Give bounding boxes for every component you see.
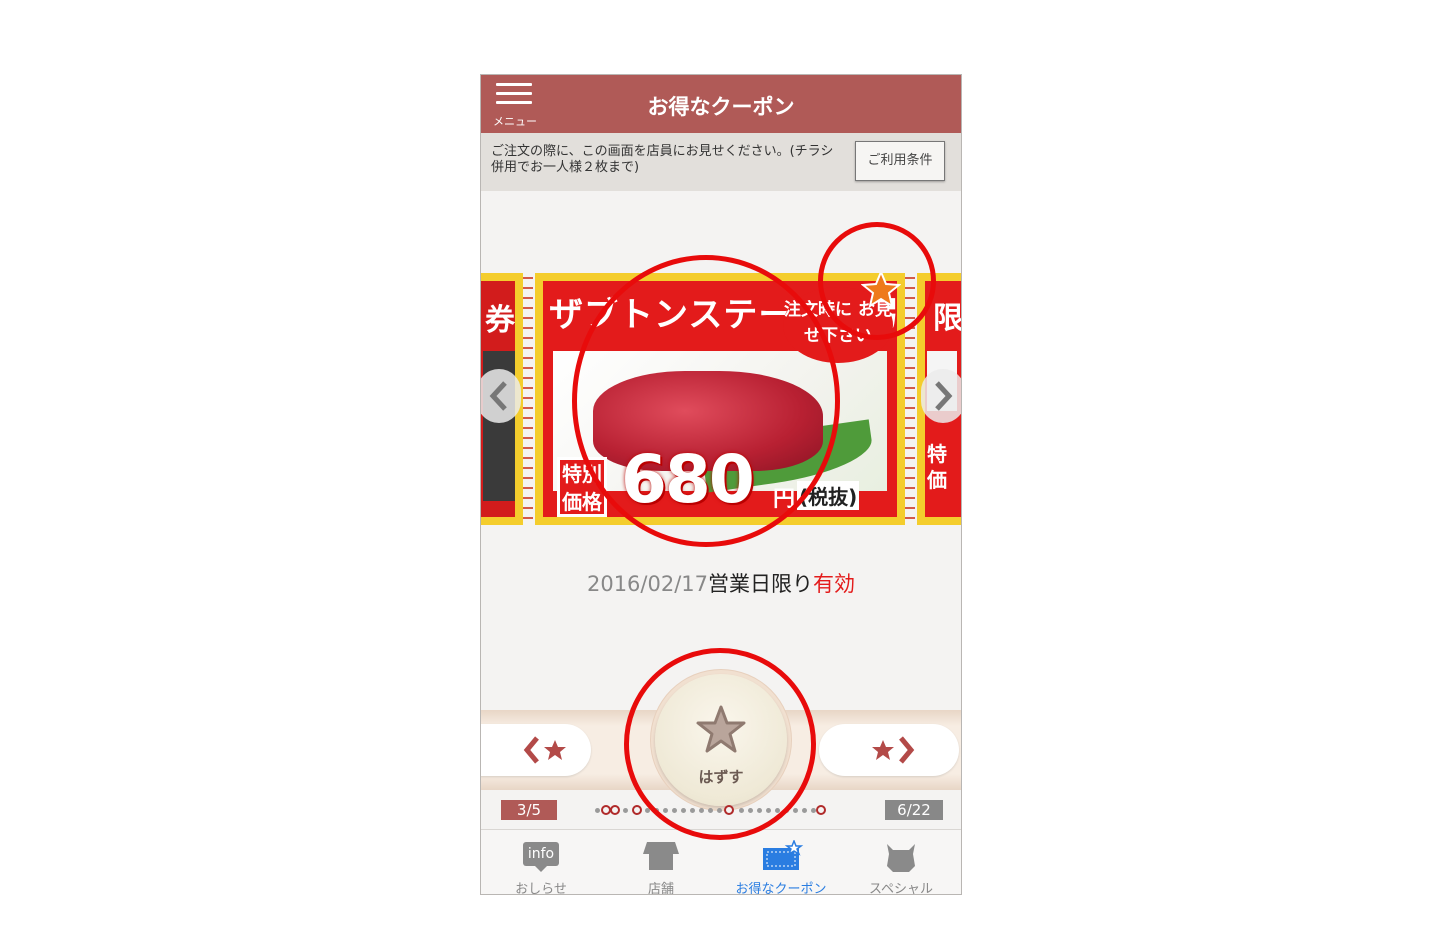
info-icon: info — [521, 840, 561, 872]
coupon-carousel[interactable]: 券 ザブトンステーキ 割引券 注文時に お見せ下さい 特別 価格 680 円 (… — [481, 273, 961, 525]
store-icon — [641, 840, 681, 872]
pager: 3/5 6/22 — [481, 797, 961, 825]
tab-label: 店舗 — [647, 882, 674, 895]
next-favorite-icon — [872, 736, 915, 764]
page-dot — [690, 808, 695, 813]
info-icon-tail — [535, 866, 547, 872]
remove-favorite-button[interactable]: はずす — [651, 670, 791, 810]
tab-label: おしらせ — [515, 882, 567, 895]
page-dot-favorite — [610, 805, 620, 815]
coupon-count: 6/22 — [885, 800, 943, 820]
special-price-badge: 特別 価格 — [557, 457, 607, 517]
perforation — [905, 273, 915, 525]
app-header: メニュー お得なクーポン — [481, 75, 961, 133]
info-icon-text: info — [523, 842, 559, 866]
cow-icon — [881, 840, 921, 872]
perforation — [523, 273, 533, 525]
page-dot — [784, 808, 789, 813]
price-yen: 円 — [773, 487, 796, 512]
favorite-count: 3/5 — [501, 800, 557, 820]
validity-status: 有効 — [813, 572, 856, 596]
remove-favorite-face: はずす — [655, 674, 787, 806]
coupon-card-body: ザブトンステーキ 割引券 注文時に お見せ下さい 特別 価格 680 円 (税抜… — [543, 281, 897, 517]
next-coupon-text: 限 — [933, 301, 961, 336]
page-dot — [645, 808, 650, 813]
page-dot-favorite — [632, 805, 642, 815]
page-dot — [663, 808, 668, 813]
page-dot — [595, 808, 600, 813]
tab-coupons[interactable]: お得なクーポン — [721, 830, 841, 895]
carousel-prev-arrow[interactable] — [481, 369, 521, 423]
page-dot — [717, 808, 722, 813]
validity-date: 2016/02/17 — [586, 572, 709, 596]
chevron-right-icon — [935, 381, 953, 411]
page-dot — [748, 808, 753, 813]
page-dot-favorite — [816, 805, 826, 815]
prev-favorite-icon — [523, 736, 566, 764]
coupon-validity: 2016/02/17営業日限り有効 — [481, 568, 961, 598]
terms-button[interactable]: ご利用条件 — [855, 141, 945, 181]
page-dot — [681, 808, 686, 813]
hamburger-icon — [496, 83, 532, 86]
coupon-price: 680 — [621, 441, 755, 517]
prev-favorite-button[interactable] — [481, 724, 591, 776]
validity-text: 営業日限り — [708, 572, 814, 596]
page-dot — [757, 808, 762, 813]
page-dot — [672, 808, 677, 813]
page-dot — [775, 808, 780, 813]
page-dot — [708, 808, 713, 813]
notice-bar: ご注文の際に、この画面を店員にお見せください。(チラシ併用でお一人様２枚まで) … — [481, 133, 961, 191]
carousel-next-arrow[interactable] — [921, 369, 961, 423]
chevron-left-icon — [489, 381, 507, 411]
page-title: お得なクーポン — [647, 95, 795, 119]
tab-label: スペシャル — [868, 882, 934, 895]
page-dot — [739, 808, 744, 813]
star-outline-icon — [696, 705, 746, 753]
phone-screen: メニュー お得なクーポン ご注文の際に、この画面を店員にお見せください。(チラシ… — [480, 74, 962, 895]
tab-label: お得なクーポン — [735, 882, 827, 895]
page-dot-current — [724, 805, 734, 815]
next-coupon-badge: 特 価 — [927, 442, 947, 492]
tab-bar: info おしらせ 店舗 お得なクーポン スペシャル — [481, 829, 961, 895]
favorite-star-icon[interactable] — [860, 273, 902, 309]
previous-coupon-text: 券 — [485, 303, 515, 338]
tab-special[interactable]: スペシャル — [841, 830, 961, 895]
tab-stores[interactable]: 店舗 — [601, 830, 721, 895]
tab-news[interactable]: info おしらせ — [481, 830, 601, 895]
coupon-icon — [761, 838, 804, 872]
notice-text: ご注文の際に、この画面を店員にお見せください。(チラシ併用でお一人様２枚まで) — [491, 144, 834, 175]
page-dot — [654, 808, 659, 813]
remove-label: はずす — [698, 768, 744, 786]
price-tax: (税抜) — [797, 481, 860, 510]
next-favorite-button[interactable] — [819, 724, 959, 776]
coupon-card[interactable]: ザブトンステーキ 割引券 注文時に お見せ下さい 特別 価格 680 円 (税抜… — [535, 273, 905, 525]
page-dot — [699, 808, 704, 813]
page-dot — [766, 808, 771, 813]
page-dot — [793, 808, 798, 813]
page-dot — [802, 808, 807, 813]
page-dot — [623, 808, 628, 813]
